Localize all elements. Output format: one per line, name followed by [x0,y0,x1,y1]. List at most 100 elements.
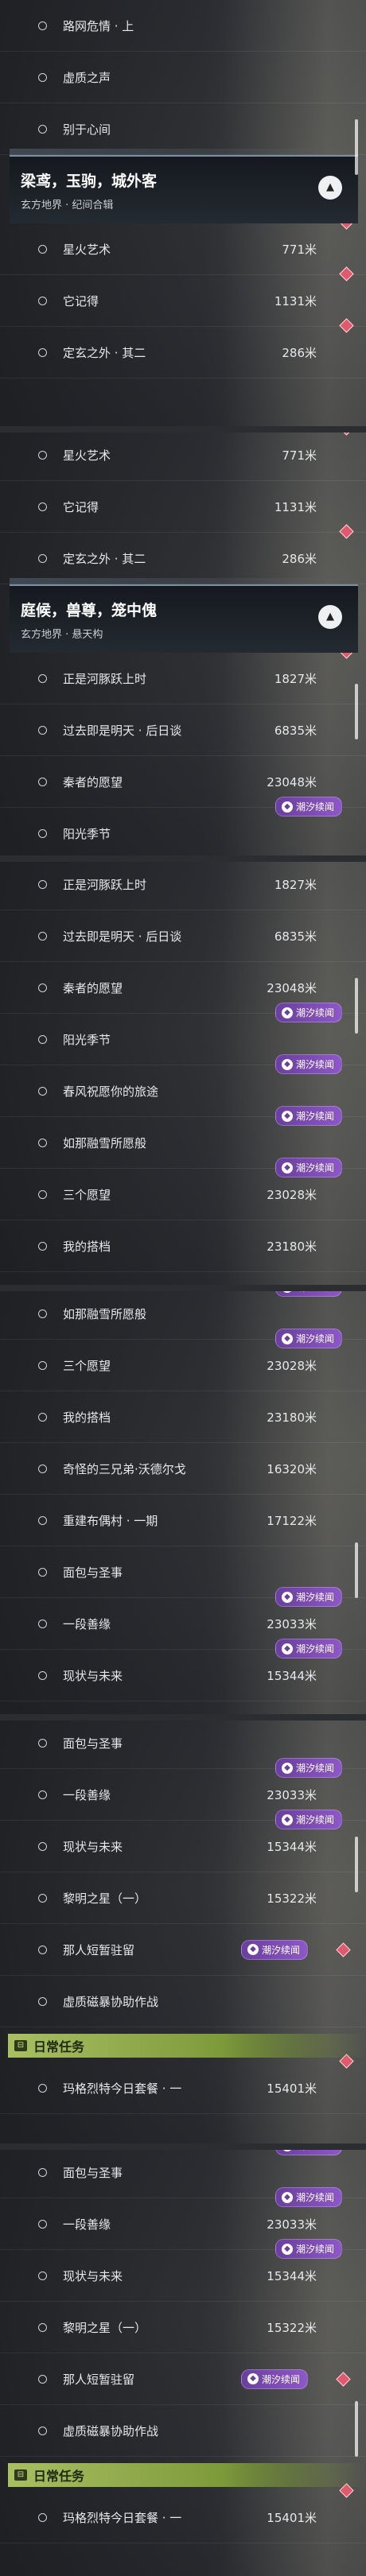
badge-icon: ◆ [281,1162,293,1174]
tide-sequel-badge: ◆潮汐续闻 [274,1003,342,1022]
radio-circle-icon [38,2219,47,2229]
quest-row[interactable]: 正是河豚跃上时 1827米 [0,644,366,704]
quest-row[interactable]: 我的搭档 23180米 [0,1391,366,1443]
radio-circle-icon [38,502,47,511]
quest-row[interactable]: 那人短暂驻留 ◆ 潮汐续闻 [0,1924,366,1976]
quest-title: 一段善缘 [63,2217,111,2232]
quest-title: 三个愿望 [63,1187,111,1202]
badge-icon: ◆ [281,1058,293,1070]
quest-group-header[interactable]: 梁鸢，玉驹，城外客 玄方地界 · 纪间合辑 ▲ [10,149,358,223]
radio-circle-icon [38,1412,47,1422]
group-title: 梁鸢，玉驹，城外客 [21,173,158,190]
tide-sequel-badge: ◆潮汐续闻 [274,1158,342,1177]
quest-row[interactable]: 虚质磁暴协助作战 [0,1976,366,2027]
quest-row[interactable]: 星火艺术 771米 [0,215,366,275]
quest-row[interactable]: 路网危情 · 上 [0,0,366,52]
quest-row[interactable]: 三个愿望 23028米 ◆ 潮汐续闻 [0,1329,366,1391]
quest-title: 如那融雪所愿般 [63,1135,147,1150]
scrollbar[interactable] [355,2401,358,2457]
quest-row[interactable]: 定玄之外 · 其二 286米 [0,524,366,584]
radio-circle-icon [38,1790,47,1799]
scrollbar[interactable] [355,684,358,739]
badge-icon: ◆ [281,2243,293,2255]
tide-sequel-badge: ◆潮汐续闻 [240,1939,308,1960]
quest-row[interactable]: 三个愿望 23028米 ◆ 潮汐续闻 [0,1158,366,1220]
quest-title: 它记得 [63,499,99,514]
scrollbar[interactable] [355,119,358,175]
quest-row[interactable]: 我的搭档 23180米 [0,1220,366,1272]
badge-icon: ◆ [281,1007,293,1018]
radio-circle-icon [38,553,47,563]
radio-circle-icon [38,296,47,305]
radio-circle-icon [38,1996,47,2006]
quest-panel: 面包与圣事 一段善缘 23033米 ◆ 潮汐续闻 现状与未来 15344米 ◆ 潮汐续闻 黎明之星… [0,1717,366,2147]
quest-title: 现状与未来 [63,2268,123,2283]
quest-title: 星火艺术 [63,242,111,257]
collapse-button[interactable]: ▲ [318,176,342,200]
quest-distance: 15344米 [267,1839,317,1854]
quest-title: 阳光季节 [63,1032,111,1047]
quest-row[interactable]: 现状与未来 15344米 ◆ 潮汐续闻 [0,2239,366,2302]
quest-row[interactable]: 过去即是明天 · 后日谈 6835米 [0,910,366,962]
quest-distance: 23028米 [267,1187,317,1202]
badge-icon: ◆ [281,2191,293,2203]
daily-tasks-section: ⊟ 日常任务 [8,2463,366,2487]
collapse-button[interactable]: ▲ [318,605,342,629]
radio-circle-icon [38,347,47,357]
radio-circle-icon [38,2512,47,2522]
quest-distance: 771米 [282,242,317,257]
quest-row[interactable]: 虚质之声 [0,52,366,103]
quest-row[interactable]: 别于心间 [0,103,366,155]
quest-row[interactable]: 黎明之星（一） 15322米 [0,2302,366,2353]
tide-sequel-badge: ◆潮汐续闻 [240,2368,308,2389]
quest-title: 一段善缘 [63,1616,111,1631]
scrollbar[interactable] [355,978,358,1034]
quest-title: 我的搭档 [63,1410,111,1425]
scrollbar[interactable] [355,1542,358,1598]
quest-title: 黎明之星（一） [63,2320,147,2335]
radio-circle-icon [38,1189,47,1199]
radio-circle-icon [38,1738,47,1748]
radio-circle-icon [38,1670,47,1680]
quest-row[interactable]: 玛格烈特今日套餐 · 一 15401米 [0,2054,366,2114]
radio-circle-icon [38,1360,47,1370]
quest-title: 别于心间 [63,122,111,137]
quest-row[interactable]: 阳光季节 ◆ 潮汐续闻 [0,797,366,859]
badge-icon: ◆ [281,1333,293,1344]
radio-circle-icon [38,2426,47,2435]
radio-circle-icon [38,1893,47,1903]
quest-group-header[interactable]: 庭候，兽尊，笼中傀 玄方地界 · 悬天构 ▲ [10,578,358,653]
badge-label: 潮汐续闻 [295,1162,334,1174]
radio-circle-icon [38,1945,47,1954]
quest-title: 面包与圣事 [63,1736,123,1751]
badge-label: 潮汐续闻 [295,801,334,813]
quest-row[interactable]: 玛格烈特今日套餐 · 一 15401米 [0,2483,366,2543]
quest-row[interactable]: 那人短暂驻留 ◆ 潮汐续闻 [0,2353,366,2405]
badge-icon: ◆ [281,1110,293,1122]
quest-row[interactable]: 黎明之星（一） 15322米 [0,1872,366,1924]
quest-title: 阳光季节 [63,826,111,841]
section-title: 日常任务 [33,2039,85,2054]
quest-row[interactable]: 虚质磁暴协助作战 [0,2405,366,2457]
quest-row[interactable]: 正是河豚跃上时 1827米 [0,859,366,910]
quest-distance: 15401米 [267,2510,317,2525]
tide-sequel-badge: ◆潮汐续闻 [274,1054,342,1074]
quest-panel: 正是河豚跃上时 1827米 过去即是明天 · 后日谈 6835米 秦者的愿望 23048米… [0,859,366,1288]
quest-title: 虚质之声 [63,70,111,85]
quest-row[interactable]: 重建布偶村 · 一期 17122米 [0,1495,366,1546]
scrollbar[interactable] [355,1837,358,1892]
quest-row[interactable]: 定玄之外 · 其二 286米 [0,318,366,378]
radio-circle-icon [38,1309,47,1318]
quest-title: 如那融雪所愿般 [63,1306,147,1321]
quest-row[interactable]: 现状与未来 15344米 ◆ 潮汐续闻 [0,1639,366,1701]
radio-circle-icon [38,777,47,786]
quest-row[interactable]: 星火艺术 771米 [0,429,366,481]
group-title: 庭候，兽尊，笼中傀 [21,602,158,619]
quest-row[interactable]: 它记得 1131米 [0,266,366,327]
quest-row[interactable]: 奇怪的三兄弟·沃德尔戈 16320米 [0,1443,366,1495]
quest-row[interactable]: 过去即是明天 · 后日谈 6835米 [0,704,366,756]
quest-row[interactable]: 它记得 1131米 [0,481,366,533]
tide-sequel-badge: ◆潮汐续闻 [274,1758,342,1778]
radio-circle-icon [38,1034,47,1044]
quest-row[interactable]: 现状与未来 15344米 ◆ 潮汐续闻 [0,1810,366,1872]
